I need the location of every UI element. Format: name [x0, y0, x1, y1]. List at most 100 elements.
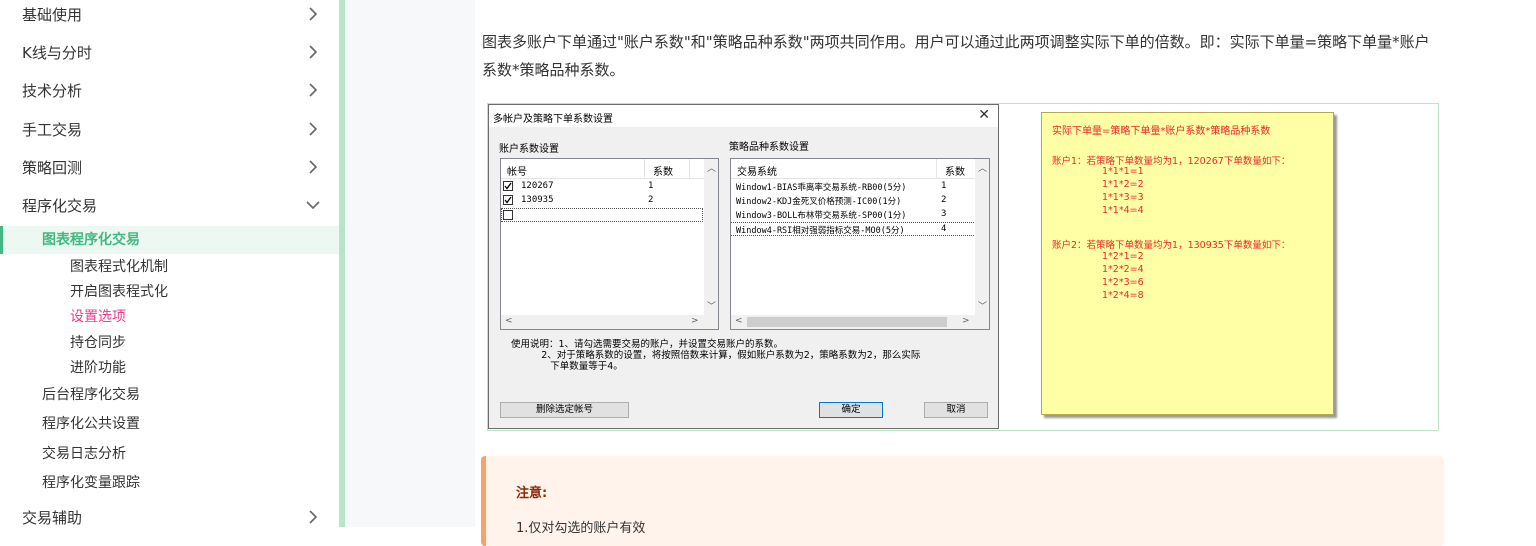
sidebar-item-label: 基础使用 [22, 5, 83, 24]
chevron-right-icon [305, 44, 321, 60]
col-header-coef[interactable]: 系数 [945, 163, 965, 178]
account-list-vscroll[interactable]: ︿ ﹀ [704, 159, 718, 315]
scroll-up-icon[interactable]: ︿ [978, 161, 987, 174]
sidebar-item-kline[interactable]: K线与分时 [0, 34, 339, 70]
strategy-group-label: 策略品种系数设置 [729, 142, 809, 153]
close-icon[interactable]: ✕ [978, 107, 990, 123]
account-coef[interactable]: 1 [648, 181, 653, 191]
strategy-row[interactable]: Window2-KDJ金死叉价格预测-IC00(1分) 2 [731, 194, 974, 208]
cancel-button[interactable]: 取消 [924, 402, 988, 418]
strategy-row[interactable]: Window1-BIAS乖离率交易系统-RB00(5分) 1 [731, 180, 974, 194]
account-group-label: 账户系数设置 [499, 144, 559, 155]
sidebar-subitem-enable[interactable]: 开启图表程式化 [70, 280, 168, 304]
scroll-down-icon[interactable]: ﹀ [707, 299, 716, 312]
sidebar-item-label: K线与分时 [22, 43, 92, 62]
scroll-left-icon[interactable]: < [505, 316, 513, 326]
sidebar-item-programmatic-trading[interactable]: 程序化交易 [0, 187, 339, 223]
strategy-name: Window3-BOLL布林带交易系统-SP00(1分) [736, 211, 907, 221]
page-gutter [345, 0, 475, 527]
col-header-coef[interactable]: 系数 [653, 163, 673, 178]
warning-title: 注意: [516, 486, 548, 501]
col-header-account[interactable]: 帐号 [507, 163, 527, 178]
sidebar-subitem-settings[interactable]: 设置选项 [70, 305, 126, 329]
scroll-thumb[interactable] [747, 317, 947, 327]
col-header-system[interactable]: 交易系统 [737, 163, 777, 178]
sidebar-item-chart-programmatic[interactable]: 图表程序化交易 [42, 226, 140, 254]
sidebar-subitem-mechanism[interactable]: 图表程式化机制 [70, 255, 168, 279]
dialog-titlebar: 多帐户及策略下单系数设置 ✕ [489, 105, 998, 127]
chevron-down-icon [305, 197, 321, 213]
dialog-title: 多帐户及策略下单系数设置 [493, 114, 613, 125]
scroll-up-icon[interactable]: ︿ [707, 161, 716, 174]
strategy-coef[interactable]: 1 [941, 181, 946, 191]
sidebar-subitem-position-sync[interactable]: 持仓同步 [70, 331, 126, 355]
warning-callout: 注意: 1.仅对勾选的账户有效 [481, 456, 1444, 546]
sidebar: 基础使用 K线与分时 技术分析 手工交易 策略回测 程序化交易 图表程序化交易 … [0, 0, 339, 527]
strategy-coef[interactable]: 2 [941, 195, 946, 205]
account-row-empty[interactable] [501, 208, 703, 222]
sidebar-item-trading-assist[interactable]: 交易辅助 [0, 499, 339, 535]
sidebar-subitem-advanced[interactable]: 进阶功能 [70, 356, 126, 380]
col-separator [644, 159, 645, 179]
strategy-coef[interactable]: 3 [941, 209, 946, 219]
sidebar-item-log-analysis[interactable]: 交易日志分析 [42, 441, 126, 467]
sidebar-item-technical-analysis[interactable]: 技术分析 [0, 72, 339, 108]
sidebar-item-manual-trading[interactable]: 手工交易 [0, 111, 339, 147]
ok-button[interactable]: 确定 [819, 402, 883, 418]
note-line: 1*2*1=2 [1102, 251, 1144, 262]
sidebar-item-label: 策略回测 [22, 158, 83, 177]
strategy-row[interactable]: Window4-RSI相对强弱指标交易-MO0(5分) 4 [731, 222, 974, 236]
chevron-right-icon [305, 159, 321, 175]
scroll-down-icon[interactable]: ﹀ [978, 299, 987, 312]
account-list-hscroll[interactable]: < > [501, 315, 718, 329]
account-list-header: 帐号 系数 [501, 159, 718, 179]
strategy-row[interactable]: Window3-BOLL布林带交易系统-SP00(1分) 3 [731, 208, 974, 222]
strategy-list-header: 交易系统 系数 [731, 159, 989, 179]
chevron-right-icon [305, 82, 321, 98]
account-list[interactable]: 帐号 系数 120267 1 130935 2 ︿ ﹀ < > [500, 158, 719, 330]
sidebar-item-label: 技术分析 [22, 81, 83, 100]
note-line: 1*2*3=6 [1102, 277, 1144, 288]
note-line: 1*2*4=8 [1102, 290, 1144, 301]
account-row[interactable]: 130935 2 [501, 194, 703, 208]
note-account2-heading: 账户2：若策略下单数量均为1，130935下单数量如下： [1052, 240, 1291, 251]
intro-paragraph: 图表多账户下单通过"账户系数"和"策略品种系数"两项共同作用。用户可以通过此两项… [482, 33, 1430, 79]
strategy-name: Window1-BIAS乖离率交易系统-RB00(5分) [736, 183, 907, 193]
strategy-name: Window4-RSI相对强弱指标交易-MO0(5分) [736, 226, 905, 236]
chevron-right-icon [305, 121, 321, 137]
account-id: 130935 [521, 195, 554, 205]
delete-account-button[interactable]: 删除选定帐号 [500, 402, 629, 418]
account-coef[interactable]: 2 [648, 195, 653, 205]
chevron-right-icon [305, 6, 321, 22]
account-row[interactable]: 120267 1 [501, 180, 703, 194]
note-line: 1*1*4=4 [1102, 205, 1144, 216]
sidebar-item-variable-tracking[interactable]: 程序化变量跟踪 [42, 470, 140, 496]
dialog-instructions: 使用说明：1、请勾选需要交易的账户，并设置交易账户的系数。 2、对于策略系数的设… [511, 339, 921, 372]
strategy-coef[interactable]: 4 [941, 224, 946, 234]
note-line: 1*1*2=2 [1102, 179, 1144, 190]
chevron-right-icon [305, 509, 321, 525]
note-title: 实际下单量=策略下单量*账户系数*策略品种系数 [1052, 126, 1271, 137]
scroll-right-icon[interactable]: > [962, 316, 970, 326]
example-note: 实际下单量=策略下单量*账户系数*策略品种系数 账户1：若策略下单数量均为1，1… [1041, 112, 1334, 415]
sidebar-item-label: 手工交易 [22, 120, 83, 139]
sidebar-item-backtest[interactable]: 策略回测 [0, 149, 339, 185]
account-checkbox[interactable] [503, 210, 513, 220]
col-separator [936, 159, 937, 179]
col-separator [689, 159, 690, 179]
account-id: 120267 [521, 181, 554, 191]
account-checkbox[interactable] [503, 195, 513, 205]
sidebar-active-indicator [0, 226, 3, 254]
strategy-list[interactable]: 交易系统 系数 Window1-BIAS乖离率交易系统-RB00(5分) 1 W… [730, 158, 990, 330]
strategy-list-hscroll[interactable]: < > [731, 315, 989, 329]
account-checkbox[interactable] [503, 181, 513, 191]
sidebar-item-basic-usage[interactable]: 基础使用 [0, 0, 339, 32]
scroll-right-icon[interactable]: > [691, 316, 699, 326]
strategy-list-vscroll[interactable]: ︿ ﹀ [975, 159, 989, 315]
sidebar-item-background-trading[interactable]: 后台程序化交易 [42, 382, 140, 408]
sidebar-item-label: 程序化交易 [22, 196, 98, 215]
strategy-name: Window2-KDJ金死叉价格预测-IC00(1分) [736, 197, 902, 207]
sidebar-item-public-settings[interactable]: 程序化公共设置 [42, 411, 140, 437]
scroll-left-icon[interactable]: < [735, 316, 743, 326]
note-account1-heading: 账户1：若策略下单数量均为1，120267下单数量如下： [1052, 156, 1291, 167]
